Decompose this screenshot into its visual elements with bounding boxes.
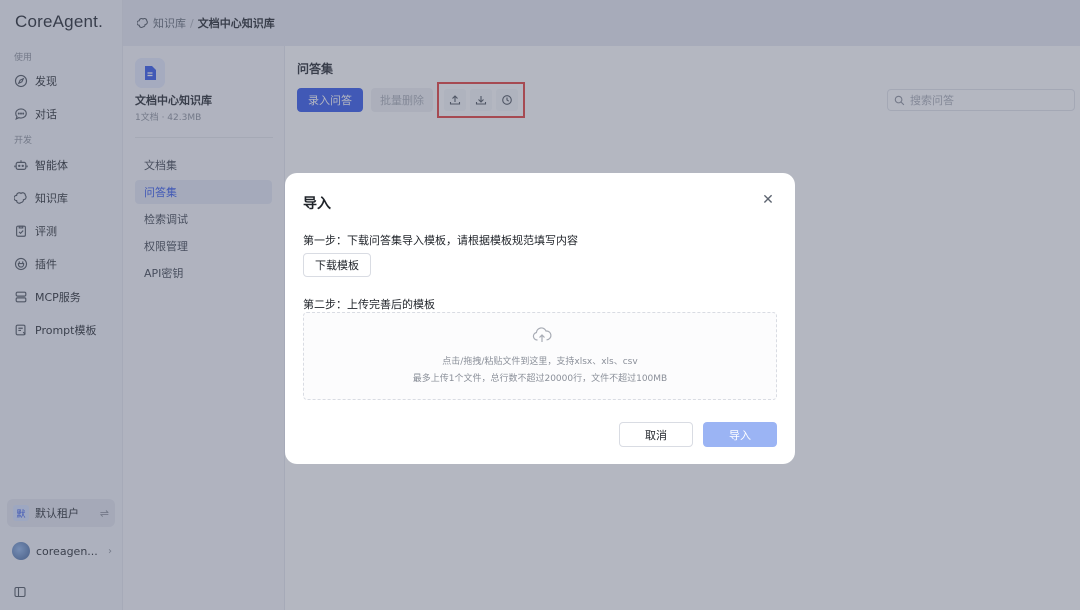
modal-title: 导入 [303, 196, 331, 212]
import-modal: 导入 ✕ 第一步：下载问答集导入模板，请根据模板规范填写内容 下载模板 第二步：… [285, 173, 795, 464]
dropzone-limits: 最多上传1个文件，总行数不超过20000行，文件不超过100MB [412, 374, 668, 384]
step2-text: 第二步：上传完善后的模板 [303, 298, 435, 311]
cancel-button[interactable]: 取消 [619, 422, 693, 447]
step1-text: 第一步：下载问答集导入模板，请根据模板规范填写内容 [303, 234, 578, 247]
dropzone-hint: 点击/拖拽/粘贴文件到这里，支持xlsx、xls、csv [442, 357, 638, 367]
import-button[interactable]: 导入 [703, 422, 777, 447]
download-template-button[interactable]: 下载模板 [303, 253, 371, 277]
close-icon[interactable]: ✕ [761, 192, 775, 208]
cloud-upload-icon [532, 327, 552, 342]
file-dropzone[interactable]: 点击/拖拽/粘贴文件到这里，支持xlsx、xls、csv 最多上传1个文件，总行… [303, 312, 777, 400]
